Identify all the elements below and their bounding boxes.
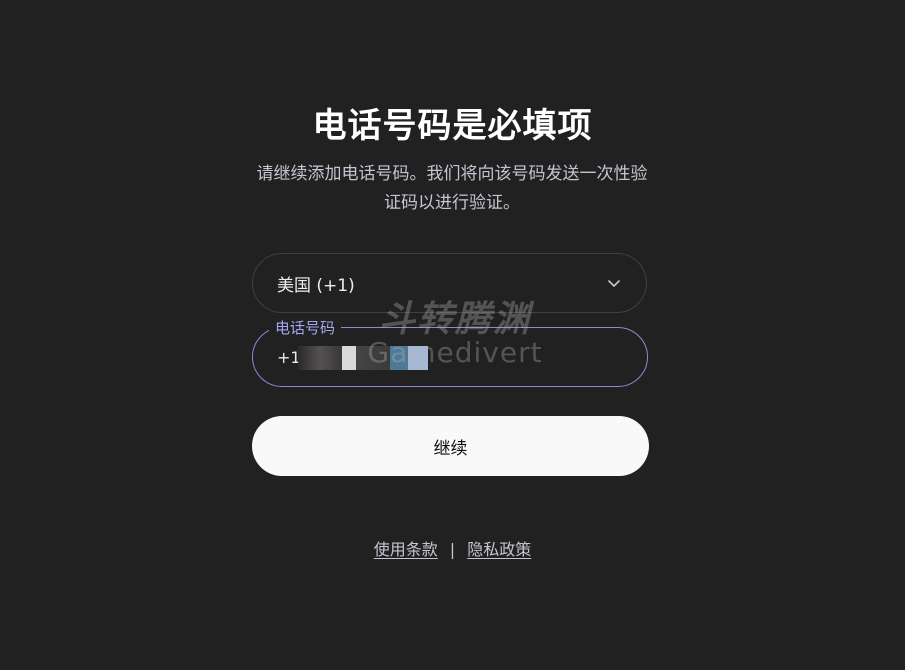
page-title: 电话号码是必填项 xyxy=(312,106,593,146)
phone-required-page: 电话号码是必填项 请继续添加电话号码。我们将向该号码发送一次性验证码以进行验证。… xyxy=(0,0,905,670)
terms-of-use-link[interactable]: 使用条款 xyxy=(374,540,438,559)
redacted-digits xyxy=(298,346,342,370)
redacted-digits xyxy=(408,346,428,370)
footer-links: 使用条款 | 隐私政策 xyxy=(0,536,905,560)
page-description: 请继续添加电话号码。我们将向该号码发送一次性验证码以进行验证。 xyxy=(256,164,648,213)
continue-button[interactable]: 继续 xyxy=(252,416,649,476)
country-code-value: 美国 (+1) xyxy=(277,275,355,296)
privacy-policy-link[interactable]: 隐私政策 xyxy=(467,540,531,559)
redacted-digits xyxy=(390,346,408,370)
chevron-down-icon xyxy=(606,275,622,291)
phone-number-label: 电话号码 xyxy=(269,317,342,338)
country-code-select[interactable]: 美国 (+1) xyxy=(252,253,647,313)
footer-separator: | xyxy=(449,540,456,559)
redacted-digits xyxy=(342,346,356,370)
redacted-digits xyxy=(356,346,390,370)
